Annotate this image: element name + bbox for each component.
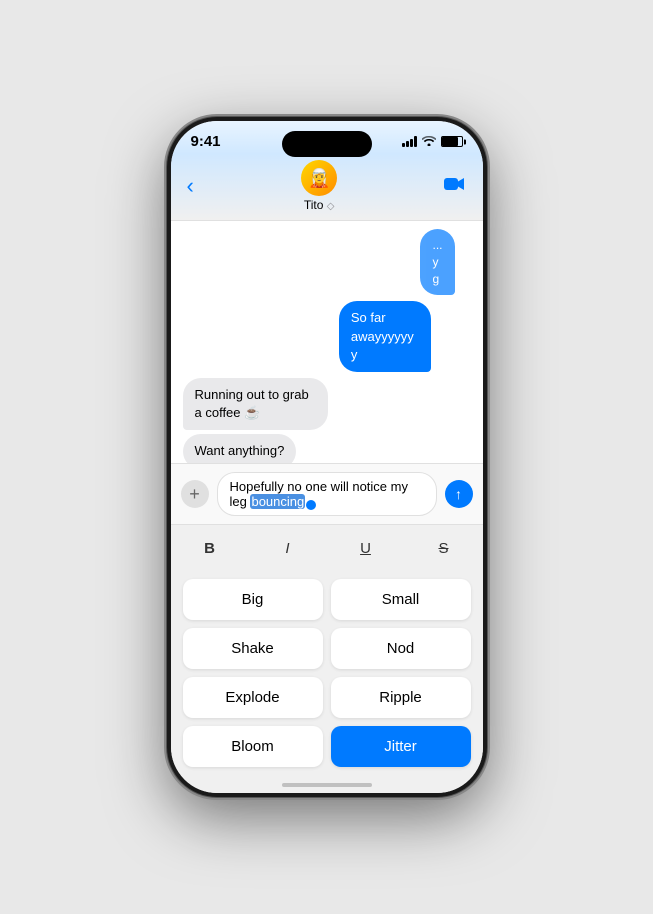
- strikethrough-button[interactable]: S: [424, 533, 464, 563]
- contact-info[interactable]: 🧝 Tito ◇: [301, 160, 337, 212]
- selection-handle: [306, 500, 316, 510]
- effect-btn-big[interactable]: Big: [183, 579, 323, 620]
- contact-name: Tito ◇: [304, 198, 335, 212]
- contact-avatar: 🧝: [301, 160, 337, 196]
- message-bubble-3: Want anything?: [183, 434, 297, 463]
- chat-area: ...y g So far awayyyyyyy Running out to …: [171, 221, 483, 463]
- home-indicator: [171, 775, 483, 793]
- home-bar: [282, 783, 372, 787]
- attachment-button[interactable]: +: [181, 480, 209, 508]
- send-icon: ↑: [455, 486, 462, 502]
- message-bubble-2: Running out to grab a coffee ☕: [183, 378, 328, 430]
- effect-btn-jitter[interactable]: Jitter: [331, 726, 471, 767]
- message-text: Want anything?: [195, 443, 285, 458]
- input-area: + Hopefully no one will notice my leg bo…: [171, 463, 483, 524]
- message-text: So far awayyyyyyy: [351, 310, 414, 361]
- status-icons: [402, 135, 463, 149]
- effect-btn-ripple[interactable]: Ripple: [331, 677, 471, 718]
- signal-icon: [402, 136, 417, 147]
- effect-btn-bloom[interactable]: Bloom: [183, 726, 323, 767]
- battery-icon: [441, 136, 463, 147]
- format-bar: B I U S: [171, 524, 483, 571]
- message-text: Running out to grab a coffee ☕: [195, 387, 309, 420]
- status-time: 9:41: [191, 133, 221, 150]
- dynamic-island: [282, 131, 372, 157]
- input-text-content[interactable]: Hopefully no one will notice my leg boun…: [230, 479, 424, 509]
- bold-button[interactable]: B: [190, 533, 230, 563]
- effect-btn-explode[interactable]: Explode: [183, 677, 323, 718]
- input-text-selected: bouncing: [250, 494, 305, 509]
- back-button[interactable]: ‹: [187, 173, 194, 199]
- send-button[interactable]: ↑: [445, 480, 473, 508]
- navigation-bar: ‹ 🧝 Tito ◇: [171, 154, 483, 221]
- message-bubble-sent-partial: ...y g: [420, 229, 455, 295]
- avatar-emoji: 🧝: [308, 168, 330, 189]
- italic-button[interactable]: I: [268, 533, 308, 563]
- effect-btn-small[interactable]: Small: [331, 579, 471, 620]
- video-call-button[interactable]: [444, 175, 466, 198]
- effect-btn-shake[interactable]: Shake: [183, 628, 323, 669]
- wifi-icon: [422, 135, 436, 149]
- phone-inner: 9:41: [171, 121, 483, 793]
- effect-btn-nod[interactable]: Nod: [331, 628, 471, 669]
- message-input[interactable]: Hopefully no one will notice my leg boun…: [217, 472, 437, 516]
- effects-grid: BigSmallShakeNodExplodeRippleBloomJitter: [171, 571, 483, 775]
- phone-frame: 9:41: [167, 117, 487, 797]
- message-text: ...y g: [432, 238, 442, 286]
- message-bubble-1: So far awayyyyyyy: [339, 301, 431, 372]
- underline-button[interactable]: U: [346, 533, 386, 563]
